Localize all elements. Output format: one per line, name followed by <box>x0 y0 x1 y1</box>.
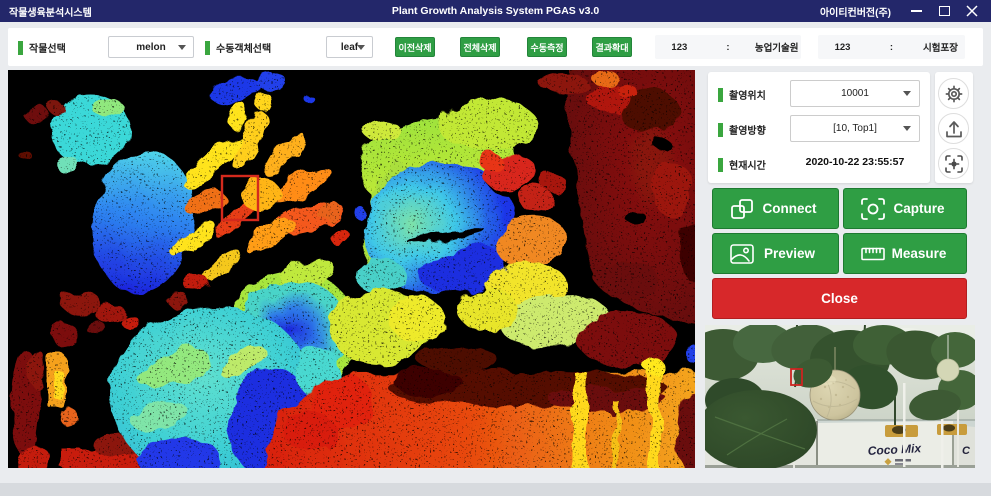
close-button[interactable]: Close <box>712 278 967 319</box>
object-select-value: leaf <box>341 42 358 53</box>
crop-select-dropdown[interactable]: melon <box>108 36 194 58</box>
org-name: 농업기술원 <box>752 40 801 54</box>
current-time-label: 현재시간 <box>718 157 766 172</box>
measure-button[interactable]: Measure <box>843 233 967 274</box>
capture-icon <box>860 196 886 222</box>
delete-previous-button[interactable]: 이전삭제 <box>395 37 435 57</box>
separator: : <box>867 42 916 53</box>
toolbar: 작물선택 melon 수동객체선택 leaf 이전삭제 전체삭제 수동측정 결과… <box>8 28 983 66</box>
preview-label: Preview <box>755 246 838 261</box>
plant-photo-preview: Coco Mix Coco C <box>705 325 975 468</box>
crop-select-label: 작물선택 <box>18 40 66 55</box>
maximize-icon <box>939 6 950 16</box>
settings-button[interactable] <box>938 78 969 109</box>
window-bottom-edge <box>0 483 991 496</box>
capture-button[interactable]: Capture <box>843 188 967 229</box>
object-select-label: 수동객체선택 <box>205 40 271 55</box>
green-bar-icon <box>205 41 210 55</box>
greenhouse-photo: Coco Mix Coco C <box>705 325 975 468</box>
green-bar-icon <box>718 123 723 137</box>
green-bar-icon <box>18 41 23 55</box>
chevron-down-icon <box>903 91 911 96</box>
capture-label: Capture <box>886 201 966 216</box>
preview-image-icon <box>729 241 755 267</box>
depth-map-image <box>8 70 695 468</box>
close-label: Close <box>821 291 858 306</box>
capture-direction-value: [10, Top1] <box>833 123 877 134</box>
capture-settings-panel: 촬영위치 10001 촬영방향 [10, Top1] 현재시간 2020-10-… <box>708 72 930 183</box>
chevron-down-icon <box>357 45 365 50</box>
crop-select-value: melon <box>136 42 165 53</box>
site-code-field[interactable]: 123 : 시험포장 <box>818 35 965 59</box>
current-time-value: 2020-10-22 23:55:57 <box>790 156 920 168</box>
minimize-icon <box>911 10 922 12</box>
company-name: 아이티컨버전(주) <box>820 4 891 19</box>
connect-icon <box>729 196 755 222</box>
green-bar-icon <box>718 158 723 172</box>
minimize-button[interactable] <box>903 0 929 22</box>
upload-button[interactable] <box>938 113 969 144</box>
green-bar-icon <box>718 88 723 102</box>
side-icon-bar <box>935 72 973 183</box>
chevron-down-icon <box>178 45 186 50</box>
gear-icon <box>944 84 964 104</box>
focus-target-icon <box>944 154 964 174</box>
capture-location-dropdown[interactable]: 10001 <box>790 80 920 107</box>
maximize-button[interactable] <box>931 0 957 22</box>
chevron-down-icon <box>903 126 911 131</box>
manual-measure-button[interactable]: 수동측정 <box>527 37 567 57</box>
upload-icon <box>944 119 964 139</box>
connect-label: Connect <box>755 201 838 216</box>
org-code-field[interactable]: 123 : 농업기술원 <box>655 35 801 59</box>
measure-label: Measure <box>886 246 966 261</box>
org-code-value: 123 <box>655 42 704 53</box>
capture-location-label: 촬영위치 <box>718 87 766 102</box>
preview-button[interactable]: Preview <box>712 233 839 274</box>
capture-direction-label: 촬영방향 <box>718 122 766 137</box>
depth-map-canvas[interactable] <box>8 70 695 468</box>
object-select-dropdown[interactable]: leaf <box>326 36 373 58</box>
close-window-button[interactable] <box>959 0 985 22</box>
bag-label-main: Coco Mix <box>867 441 922 458</box>
capture-direction-dropdown[interactable]: [10, Top1] <box>790 115 920 142</box>
enlarge-result-button[interactable]: 결과확대 <box>592 37 632 57</box>
delete-all-button[interactable]: 전체삭제 <box>460 37 500 57</box>
capture-location-value: 10001 <box>841 88 869 99</box>
title-bar: 작물생육분석시스템 Plant Growth Analysis System P… <box>0 0 991 22</box>
close-icon <box>966 5 978 17</box>
separator: : <box>704 42 753 53</box>
connect-button[interactable]: Connect <box>712 188 839 229</box>
site-name: 시험포장 <box>916 40 965 54</box>
focus-calibrate-button[interactable] <box>938 148 969 179</box>
site-code-value: 123 <box>818 42 867 53</box>
bag-label-partial: C <box>962 445 971 457</box>
ruler-icon <box>860 241 886 267</box>
